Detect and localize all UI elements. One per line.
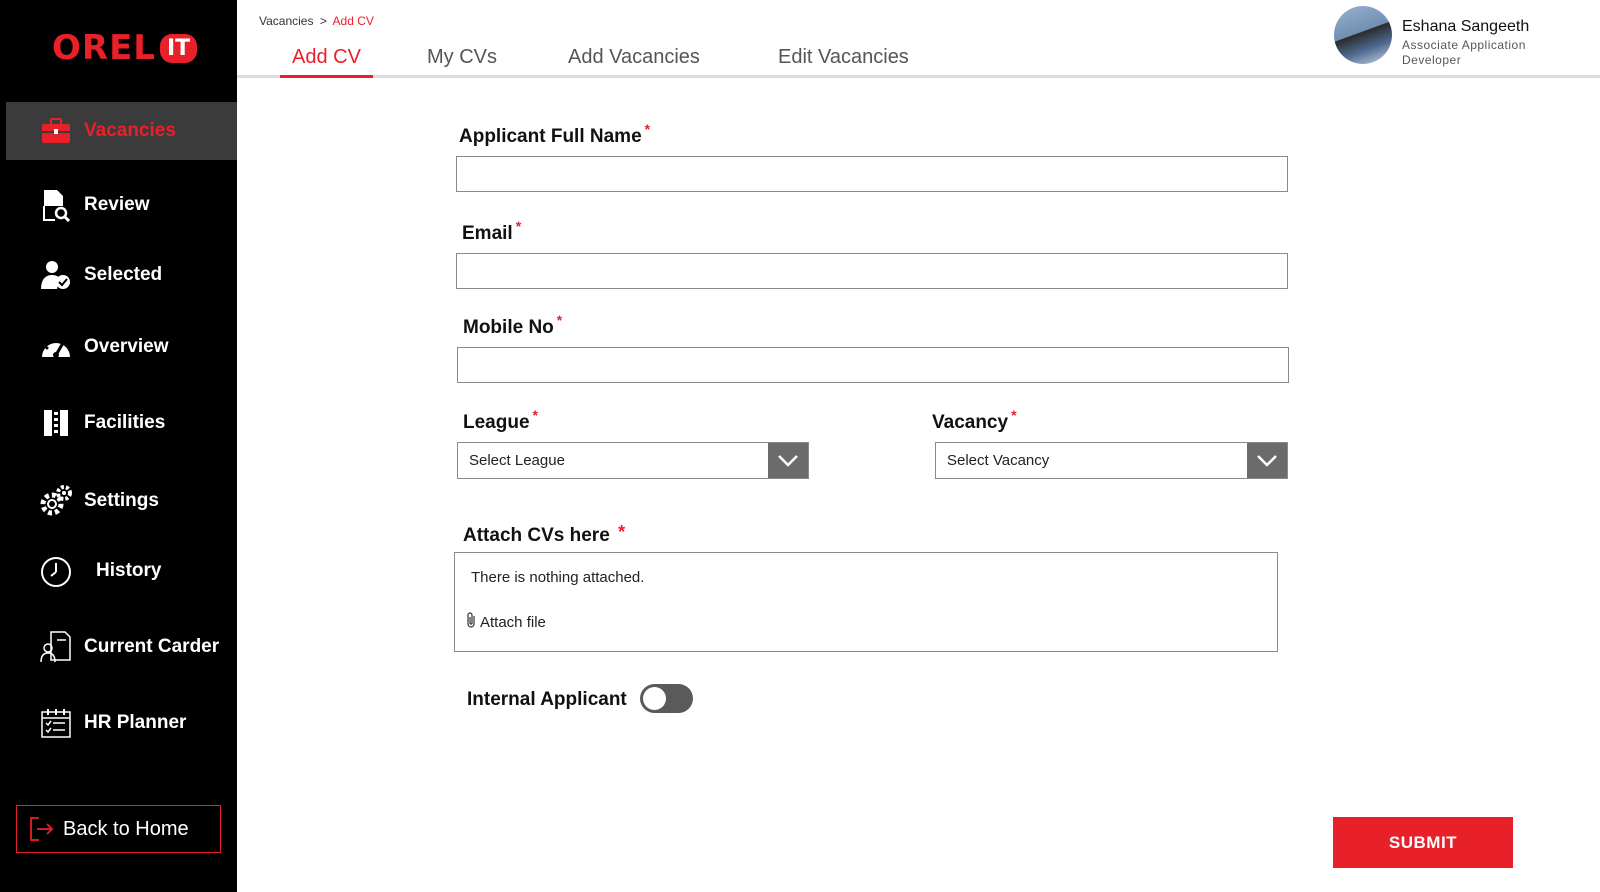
email-label: Email *	[462, 218, 522, 244]
user-role: Associate Application Developer	[1402, 38, 1526, 67]
submit-button[interactable]: SUBMIT	[1333, 817, 1513, 868]
required-marker: *	[556, 312, 563, 328]
avatar	[1334, 6, 1392, 64]
required-marker: *	[1011, 407, 1017, 423]
sidebar-item-label: Facilities	[84, 412, 166, 433]
sidebar-item-vacancies[interactable]: Vacancies	[6, 102, 237, 160]
back-to-home-label: Back to Home	[63, 817, 189, 840]
logout-icon	[29, 816, 55, 842]
document-search-icon	[36, 185, 76, 225]
league-select[interactable]: Select League	[457, 442, 809, 479]
user-document-icon	[36, 627, 76, 667]
sidebar-item-label: Selected	[84, 264, 163, 285]
sidebar-item-hr-planner[interactable]: HR Planner	[0, 694, 237, 752]
brand-name: OREL	[52, 28, 156, 68]
sidebar-item-facilities[interactable]: Facilities	[0, 394, 237, 452]
clock-icon	[36, 551, 76, 591]
email-field[interactable]	[456, 253, 1288, 289]
briefcase-icon	[36, 111, 76, 151]
vacancy-label: Vacancy *	[932, 407, 1017, 433]
sidebar-item-label: Current Carder	[84, 636, 220, 657]
sidebar-item-label: Overview	[84, 336, 169, 357]
attach-file-link[interactable]: Attach file	[466, 611, 546, 633]
sidebar: OREL IT Vacancies Review Selected Overvi…	[0, 0, 237, 892]
full-name-label: Applicant Full Name *	[459, 121, 651, 147]
mobile-label: Mobile No *	[463, 312, 563, 338]
tab-add-cv[interactable]: Add CV	[280, 46, 373, 78]
chevron-down-icon[interactable]	[768, 443, 808, 478]
user-name: Eshana Sangeeth	[1402, 18, 1530, 35]
tab-my-cvs[interactable]: My CVs	[427, 46, 497, 78]
required-marker: *	[618, 522, 626, 542]
toggle-knob	[643, 687, 666, 710]
speedometer-icon	[36, 327, 76, 367]
attach-label: Attach CVs here *	[463, 522, 626, 546]
sidebar-item-overview[interactable]: Overview	[0, 318, 237, 376]
sidebar-item-label: Review	[84, 194, 150, 215]
sidebar-item-current-carder[interactable]: Current Carder	[0, 618, 237, 676]
league-selected-value: Select League	[469, 452, 565, 469]
gears-icon	[36, 481, 76, 521]
breadcrumb-separator: >	[319, 14, 327, 28]
sidebar-item-label: Settings	[84, 490, 159, 511]
internal-applicant-toggle[interactable]	[640, 684, 693, 713]
sidebar-item-history[interactable]: History	[0, 542, 237, 600]
sidebar-item-review[interactable]: Review	[0, 176, 237, 234]
full-name-input[interactable]	[456, 156, 1288, 192]
brand-logo: OREL IT	[52, 28, 198, 68]
breadcrumb-current: Add CV	[332, 14, 374, 28]
user-profile[interactable]: Eshana Sangeeth Associate Application De…	[1334, 6, 1542, 68]
paperclip-icon	[466, 611, 477, 633]
tab-add-vacancies[interactable]: Add Vacancies	[568, 46, 700, 78]
empty-attachment-message: There is nothing attached.	[471, 569, 645, 586]
sidebar-item-label: History	[96, 560, 162, 581]
vacancy-select[interactable]: Select Vacancy	[935, 442, 1288, 479]
required-marker: *	[532, 407, 538, 423]
sidebar-item-label: HR Planner	[84, 712, 187, 733]
brand-badge: IT	[159, 33, 198, 63]
required-marker: *	[515, 218, 522, 234]
sidebar-item-selected[interactable]: Selected	[0, 246, 237, 304]
breadcrumb-parent[interactable]: Vacancies	[259, 14, 313, 28]
vacancy-selected-value: Select Vacancy	[947, 452, 1050, 469]
user-check-icon	[36, 255, 76, 295]
breadcrumb: Vacancies > Add CV	[259, 14, 374, 28]
tab-edit-vacancies[interactable]: Edit Vacancies	[778, 46, 909, 78]
mobile-field[interactable]	[457, 347, 1289, 383]
calendar-icon	[36, 703, 76, 743]
sidebar-item-settings[interactable]: Settings	[0, 472, 237, 530]
chevron-down-icon[interactable]	[1247, 443, 1287, 478]
facilities-icon	[36, 403, 76, 443]
sidebar-item-label: Vacancies	[84, 120, 176, 141]
internal-applicant-label: Internal Applicant	[467, 689, 627, 710]
back-to-home-button[interactable]: Back to Home	[16, 805, 221, 853]
league-label: League *	[463, 407, 538, 433]
attachment-dropzone[interactable]: There is nothing attached. Attach file	[454, 552, 1278, 652]
required-marker: *	[644, 121, 651, 137]
attach-file-label: Attach file	[480, 613, 546, 631]
